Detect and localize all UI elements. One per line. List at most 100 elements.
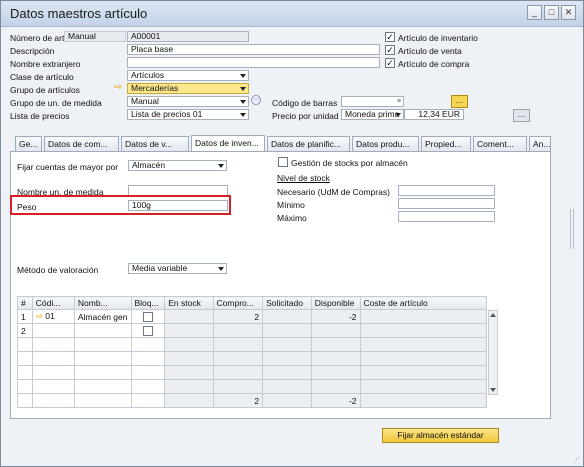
item-master-window: Datos maestros artículo _ □ ✕ Número de …	[0, 0, 584, 467]
locked-checkbox[interactable]	[142, 325, 153, 336]
col-header-ordered[interactable]: Solicitado	[262, 296, 312, 310]
col-header-name[interactable]: Nomb...	[73, 296, 132, 310]
unit-price-field[interactable]: 12,34 EUR	[404, 109, 464, 120]
highlight-frame	[10, 195, 231, 215]
tab-inventory[interactable]: Datos de inven...	[191, 135, 265, 152]
warehouse-code-cell[interactable]	[31, 323, 75, 338]
barcode-field[interactable]: ≡	[341, 96, 404, 107]
maximum-stock-label: Máximo	[277, 213, 307, 223]
minimize-icon[interactable]: _	[527, 5, 542, 20]
price-list-label: Lista de precios	[10, 111, 70, 121]
tab-production[interactable]: Datos produ...	[352, 136, 419, 151]
col-header-code[interactable]: Códi...	[31, 296, 75, 310]
gl-method-select[interactable]: Almacén	[128, 160, 227, 171]
required-stock-field[interactable]	[398, 185, 495, 196]
title-bar: Datos maestros artículo _ □ ✕	[1, 1, 583, 27]
totals-row: 2 -2	[17, 393, 488, 408]
locked-checkbox[interactable]	[142, 311, 153, 322]
sales-item-checkbox[interactable]: ✓	[385, 45, 395, 55]
close-icon[interactable]: ✕	[561, 5, 576, 20]
link-arrow-icon[interactable]: ⇨	[114, 82, 122, 93]
tab-general[interactable]: Ge...	[15, 136, 42, 151]
chevron-down-icon	[395, 113, 401, 117]
item-group-select[interactable]: Mercaderías	[127, 83, 249, 94]
chevron-down-icon	[240, 100, 246, 104]
link-arrow-icon[interactable]: ⇨	[36, 311, 43, 321]
grid-header-row: # Códi... Nomb... Bloq... En stock Compr…	[17, 296, 488, 310]
item-class-select[interactable]: Artículos	[127, 70, 249, 81]
chevron-down-icon	[218, 164, 224, 168]
purchase-item-label: Artículo de compra	[398, 59, 470, 69]
locked-cell[interactable]	[130, 323, 166, 338]
maximize-icon[interactable]: □	[544, 5, 559, 20]
table-row[interactable]: 2	[17, 323, 488, 338]
scroll-down-icon[interactable]	[490, 388, 496, 392]
barcode-browse-button[interactable]: …	[451, 95, 468, 108]
col-header-item-cost[interactable]: Coste de artículo	[359, 296, 488, 310]
col-header-num[interactable]: #	[17, 296, 33, 310]
required-stock-label: Necesario (UdM de Compras)	[277, 187, 390, 197]
manage-by-warehouse-label: Gestión de stocks por almacén	[291, 158, 408, 168]
gl-method-label: Fijar cuentas de mayor por	[17, 162, 119, 172]
info-icon[interactable]: ⋯	[251, 95, 261, 105]
tab-remarks[interactable]: Coment...	[473, 136, 527, 151]
tab-purchasing[interactable]: Datos de com...	[44, 136, 119, 151]
scroll-up-icon[interactable]	[490, 313, 496, 317]
tab-planning[interactable]: Datos de planific...	[267, 136, 350, 151]
price-list-select[interactable]: Lista de precios 01	[127, 109, 249, 120]
window-scrollbar[interactable]	[569, 29, 575, 454]
warehouse-grid: # Códi... Nomb... Bloq... En stock Compr…	[17, 296, 488, 408]
list-icon: ≡	[396, 98, 401, 105]
table-row	[17, 379, 488, 394]
available-total: -2	[310, 393, 361, 408]
in-stock-cell	[164, 323, 214, 338]
description-field[interactable]: Placa base	[127, 44, 380, 55]
available-cell	[310, 323, 361, 338]
col-header-committed[interactable]: Compro...	[212, 296, 264, 310]
unit-price-label: Precio por unidad	[272, 111, 339, 121]
locked-cell[interactable]	[130, 309, 166, 324]
tab-properties[interactable]: Propied...	[421, 136, 471, 151]
item-number-series-select[interactable]: Manual	[64, 31, 126, 42]
item-number-label: Número de artí	[10, 33, 67, 43]
item-number-field[interactable]: A00001	[127, 31, 249, 42]
table-row	[17, 365, 488, 380]
item-class-label: Clase de artículo	[10, 72, 74, 82]
resize-grip-icon[interactable]: ⋰	[573, 456, 580, 464]
chevron-down-icon	[240, 87, 246, 91]
barcode-label: Código de barras	[272, 98, 338, 108]
chevron-down-icon	[240, 74, 246, 78]
uom-group-label: Grupo de un. de medida	[10, 98, 102, 108]
col-header-in-stock[interactable]: En stock	[164, 296, 214, 310]
col-header-available[interactable]: Disponible	[310, 296, 361, 310]
uom-group-select[interactable]: Manual	[127, 96, 249, 107]
scroll-thumb[interactable]	[570, 209, 574, 249]
warehouse-name-cell[interactable]: Almacén gen	[73, 309, 132, 324]
committed-cell	[212, 323, 264, 338]
stock-level-title: Nivel de stock	[277, 173, 330, 183]
item-cost-cell	[359, 309, 488, 324]
foreign-name-field[interactable]	[127, 57, 380, 68]
row-number: 2	[17, 323, 33, 338]
col-header-locked[interactable]: Bloq...	[130, 296, 166, 310]
inventory-item-checkbox[interactable]: ✓	[385, 32, 395, 42]
item-cost-cell	[359, 323, 488, 338]
table-row	[17, 351, 488, 366]
inventory-item-label: Artículo de inventario	[398, 33, 478, 43]
available-cell: -2	[310, 309, 361, 324]
price-browse-button[interactable]: …	[513, 109, 530, 122]
tab-sales[interactable]: Datos de v...	[121, 136, 189, 151]
manage-by-warehouse-checkbox[interactable]	[278, 157, 288, 167]
warehouse-name-cell[interactable]	[73, 323, 132, 338]
minimum-stock-label: Mínimo	[277, 200, 305, 210]
minimum-stock-field[interactable]	[398, 198, 495, 209]
warehouse-code-cell[interactable]: ⇨ 01	[31, 309, 75, 324]
set-default-warehouse-button[interactable]: Fijar almacén estándar	[382, 428, 499, 443]
tab-attachments[interactable]: An...	[529, 136, 551, 151]
maximum-stock-field[interactable]	[398, 211, 495, 222]
currency-select[interactable]: Moneda prima	[341, 109, 404, 120]
purchase-item-checkbox[interactable]: ✓	[385, 58, 395, 68]
table-row[interactable]: 1 ⇨ 01 Almacén gen 2 -2	[17, 309, 488, 324]
grid-scrollbar[interactable]	[488, 310, 498, 395]
valuation-method-select[interactable]: Media variable	[128, 263, 227, 274]
